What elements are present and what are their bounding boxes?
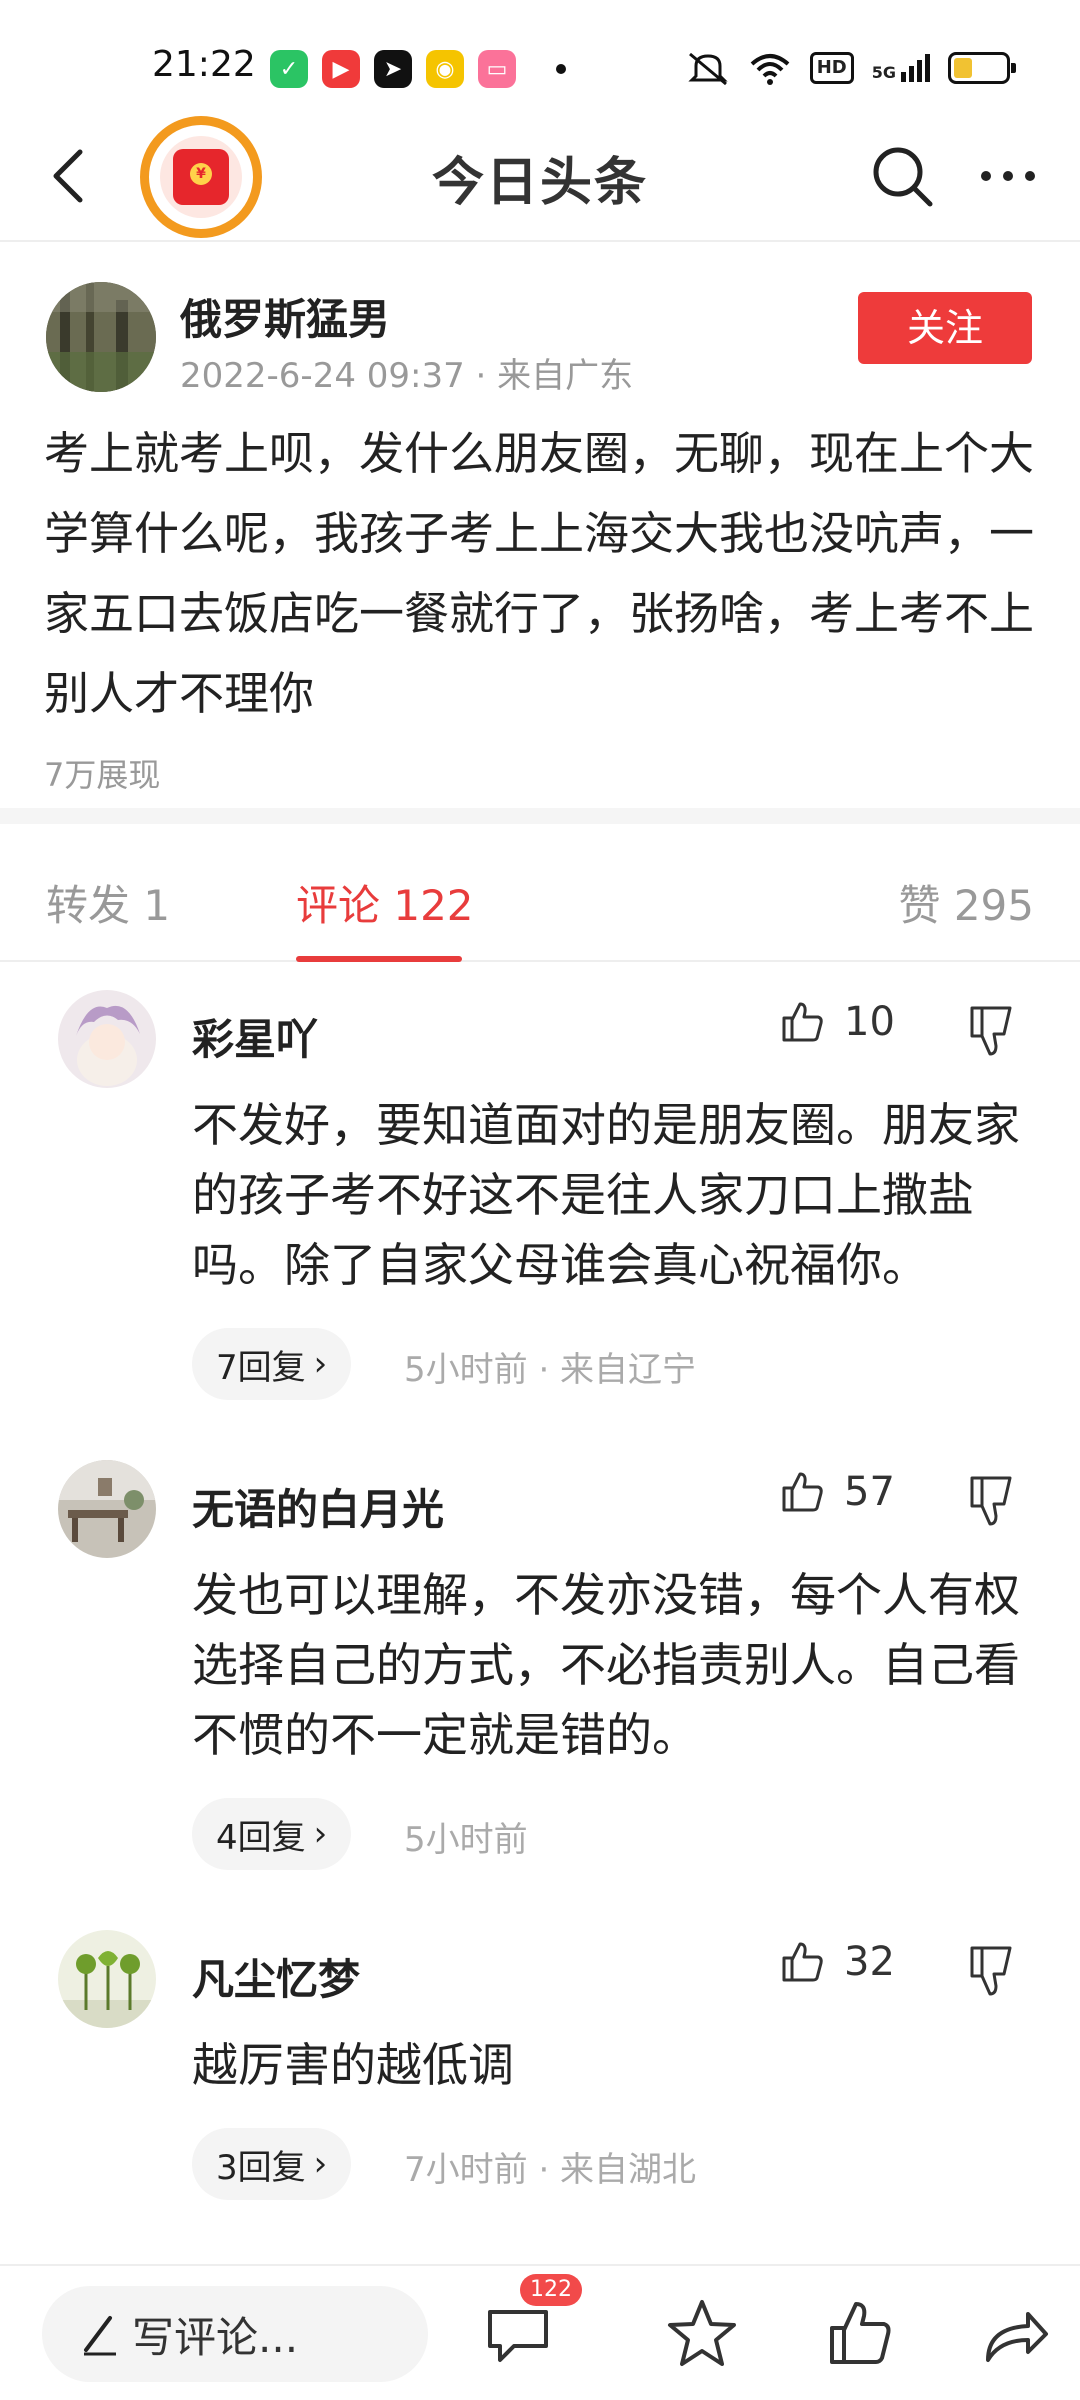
hd-badge: HD bbox=[809, 52, 854, 84]
reply-count: 4回复 bbox=[216, 1817, 306, 1858]
post-meta: 2022-6-24 09:37 · 来自广东 bbox=[180, 356, 634, 396]
dot-icon bbox=[1003, 171, 1013, 181]
thumbs-down-button[interactable] bbox=[964, 1470, 1018, 1530]
commenter-name[interactable]: 凡尘忆梦 bbox=[192, 1946, 360, 2007]
thumbs-up-icon bbox=[782, 1942, 823, 1982]
commenter-avatar[interactable] bbox=[58, 1930, 156, 2028]
status-time: 21:22 bbox=[152, 44, 256, 85]
weibo-icon: ◉ bbox=[426, 50, 464, 88]
comment-meta: 5小时前 · 来自辽宁 bbox=[404, 1350, 697, 1390]
like-count: 10 bbox=[844, 999, 895, 1045]
status-bar: 21:22 ✓ ▶ ➤ ◉ ▭ HD 5G bbox=[0, 0, 1080, 130]
bilibili-icon: ▭ bbox=[478, 50, 516, 88]
comment-count-badge: 122 bbox=[520, 2274, 582, 2306]
active-tab-indicator bbox=[296, 956, 462, 962]
comment-meta: 7小时前 · 来自湖北 bbox=[404, 2150, 697, 2190]
wifi-icon bbox=[750, 54, 790, 85]
video-app-icon: ▶ bbox=[322, 50, 360, 88]
thumbs-down-button[interactable] bbox=[964, 1000, 1018, 1060]
top-nav-bar: ¥ 今日头条 bbox=[0, 112, 1080, 242]
post-tabs: 转发 1 评论 122 赞 295 bbox=[0, 824, 1080, 962]
commenter-avatar[interactable] bbox=[58, 990, 156, 1088]
comments-button[interactable] bbox=[480, 2296, 556, 2372]
comment-text: 越厉害的越低调 bbox=[192, 2038, 514, 2092]
chevron-right-icon: › bbox=[313, 1814, 328, 1854]
replies-button[interactable]: 4回复 › bbox=[192, 1798, 352, 1870]
comment-text: 发也可以理解，不发亦没错，每个人有权选择自己的方式，不必指责别人。自己看不惯的不… bbox=[192, 1568, 1020, 1762]
thumbs-down-button[interactable] bbox=[964, 1940, 1018, 2000]
tab-likes[interactable]: 赞 295 bbox=[898, 872, 1034, 933]
like-button[interactable] bbox=[822, 2296, 898, 2372]
mute-icon bbox=[688, 52, 728, 86]
more-notifications-dot bbox=[556, 64, 566, 74]
comment-text: 不发好，要知道面对的是朋友圈。朋友家的孩子考不好这不是往人家刀口上撒盐吗。除了自… bbox=[192, 1098, 1020, 1292]
favorite-button[interactable] bbox=[664, 2296, 740, 2372]
reply-count: 7回复 bbox=[216, 1347, 306, 1388]
tab-comments[interactable]: 评论 122 bbox=[296, 872, 474, 933]
notification-icons: ✓ ▶ ➤ ◉ ▭ bbox=[270, 50, 566, 88]
pencil-icon bbox=[84, 2316, 116, 2356]
system-status: HD 5G bbox=[686, 50, 1016, 86]
post-views: 7万展现 bbox=[44, 756, 161, 794]
signal-icon: 5G bbox=[872, 54, 930, 82]
follow-button[interactable]: 关注 bbox=[858, 292, 1032, 364]
section-divider bbox=[0, 808, 1080, 824]
comment-meta: 5小时前 bbox=[404, 1820, 528, 1860]
thumbs-up-icon bbox=[782, 1472, 823, 1512]
search-button[interactable] bbox=[868, 142, 936, 210]
network-label: 5G bbox=[871, 63, 896, 82]
capcut-icon: ➤ bbox=[374, 50, 412, 88]
write-comment-placeholder: 写评论... bbox=[132, 2312, 299, 2362]
comment-like-button[interactable]: 10 bbox=[778, 998, 895, 1046]
dot-icon bbox=[981, 171, 991, 181]
more-options-button[interactable] bbox=[972, 142, 1044, 210]
dot-icon bbox=[1025, 171, 1035, 181]
like-count: 32 bbox=[844, 1939, 895, 1985]
commenter-name[interactable]: 无语的白月光 bbox=[192, 1476, 444, 1537]
reply-count: 3回复 bbox=[216, 2147, 306, 2188]
post-text: 考上就考上呗，发什么朋友圈，无聊，现在上个大学算什么呢，我孩子考上上海交大我也没… bbox=[44, 427, 1035, 720]
replies-button[interactable]: 3回复 › bbox=[192, 2128, 352, 2200]
like-count: 57 bbox=[844, 1469, 895, 1515]
post-author-name[interactable]: 俄罗斯猛男 bbox=[180, 286, 390, 347]
share-button[interactable] bbox=[976, 2296, 1052, 2372]
wechat-icon: ✓ bbox=[270, 50, 308, 88]
replies-button[interactable]: 7回复 › bbox=[192, 1328, 352, 1400]
chevron-right-icon: › bbox=[313, 2144, 328, 2184]
thumbs-up-icon bbox=[782, 1002, 823, 1042]
commenter-avatar[interactable] bbox=[58, 1460, 156, 1558]
comment-like-button[interactable]: 57 bbox=[778, 1468, 895, 1516]
battery-icon bbox=[948, 52, 1016, 84]
chevron-right-icon: › bbox=[313, 1344, 328, 1384]
commenter-name[interactable]: 彩星吖 bbox=[192, 1006, 318, 1067]
bottom-action-bar: 写评论... 122 bbox=[0, 2264, 1080, 2400]
tab-repost[interactable]: 转发 1 bbox=[46, 872, 170, 933]
write-comment-input[interactable]: 写评论... bbox=[42, 2286, 428, 2382]
comment-like-button[interactable]: 32 bbox=[778, 1938, 895, 1986]
post-author-avatar[interactable] bbox=[46, 282, 156, 392]
